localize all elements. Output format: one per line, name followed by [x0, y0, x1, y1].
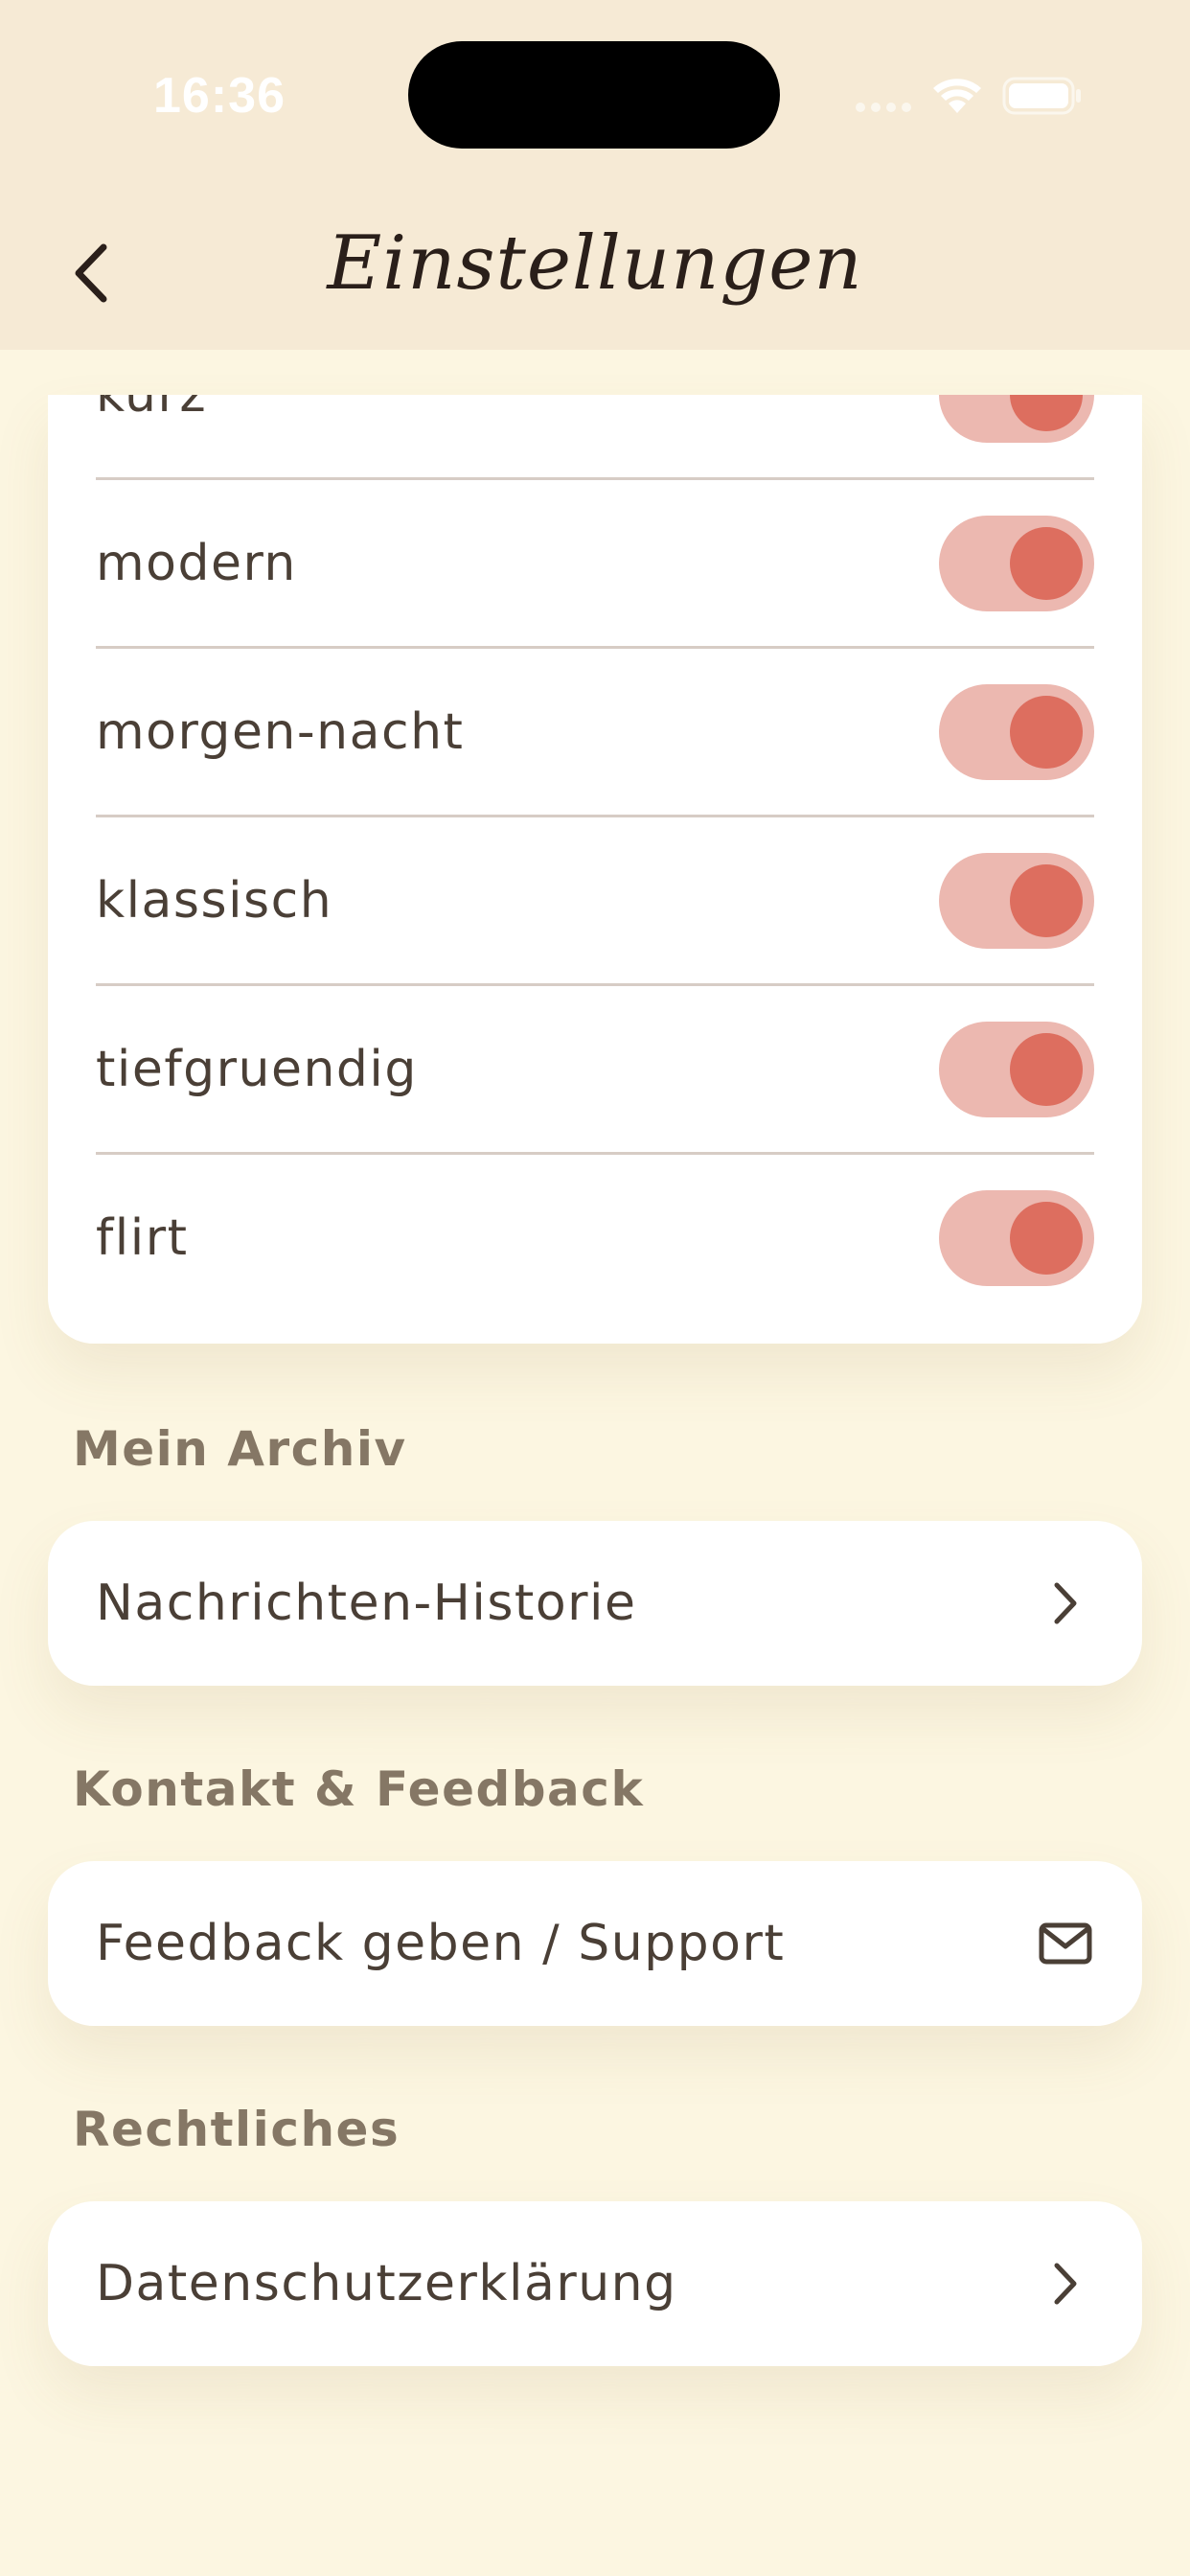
toggle-label: modern	[96, 535, 297, 592]
settings-content: kurz modern morgen-nacht klassisch tiefg…	[0, 350, 1190, 2576]
toggle-label: morgen-nacht	[96, 703, 465, 761]
toggle-label: klassisch	[96, 872, 333, 930]
status-bar: 16:36	[0, 0, 1190, 192]
section-header-archive: Mein Archiv	[73, 1421, 407, 1477]
toggle-row-morgen-nacht: morgen-nacht	[96, 648, 1094, 816]
status-time: 16:36	[153, 68, 286, 124]
toggle-switch-klassisch[interactable]	[939, 853, 1094, 949]
section-header-contact: Kontakt & Feedback	[73, 1761, 645, 1817]
toggle-knob	[1010, 1033, 1083, 1106]
dynamic-island	[408, 41, 780, 149]
message-style-toggle-card: kurz modern morgen-nacht klassisch tiefg…	[48, 395, 1142, 1344]
toggle-row-tiefgruendig: tiefgruendig	[96, 985, 1094, 1154]
toggle-knob	[1010, 696, 1083, 769]
section-header-legal: Rechtliches	[73, 2102, 400, 2157]
privacy-policy-item[interactable]: Datenschutzerklärung	[48, 2201, 1142, 2366]
wifi-icon	[933, 79, 981, 113]
navigation-bar: Einstellungen	[0, 192, 1190, 350]
chevron-right-icon	[1037, 1575, 1094, 1632]
toggle-row-modern: modern	[96, 479, 1094, 648]
chevron-right-icon	[1037, 2255, 1094, 2312]
toggle-knob	[1010, 864, 1083, 937]
toggle-switch-flirt[interactable]	[939, 1190, 1094, 1286]
toggle-switch-morgen-nacht[interactable]	[939, 684, 1094, 780]
list-item-label: Datenschutzerklärung	[96, 2255, 677, 2312]
toggle-knob	[1010, 395, 1083, 431]
toggle-label: flirt	[96, 1209, 189, 1267]
mail-icon	[1037, 1915, 1094, 1972]
page-title: Einstellungen	[327, 220, 863, 307]
toggle-knob	[1010, 527, 1083, 600]
toggle-switch-kurz[interactable]	[939, 395, 1094, 443]
feedback-support-item[interactable]: Feedback geben / Support	[48, 1861, 1142, 2026]
toggle-switch-modern[interactable]	[939, 516, 1094, 611]
toggle-knob	[1010, 1202, 1083, 1275]
toggle-row-flirt: flirt	[96, 1154, 1094, 1322]
message-history-item[interactable]: Nachrichten-Historie	[48, 1521, 1142, 1686]
toggle-switch-tiefgruendig[interactable]	[939, 1022, 1094, 1117]
list-item-label: Nachrichten-Historie	[96, 1575, 637, 1632]
battery-icon	[1002, 77, 1081, 115]
toggle-label: tiefgruendig	[96, 1041, 418, 1098]
cellular-signal-icon	[856, 103, 911, 112]
toggle-label: kurz	[96, 395, 208, 424]
list-item-label: Feedback geben / Support	[96, 1915, 786, 1972]
toggle-row-kurz: kurz	[96, 395, 1094, 479]
toggle-row-klassisch: klassisch	[96, 816, 1094, 985]
